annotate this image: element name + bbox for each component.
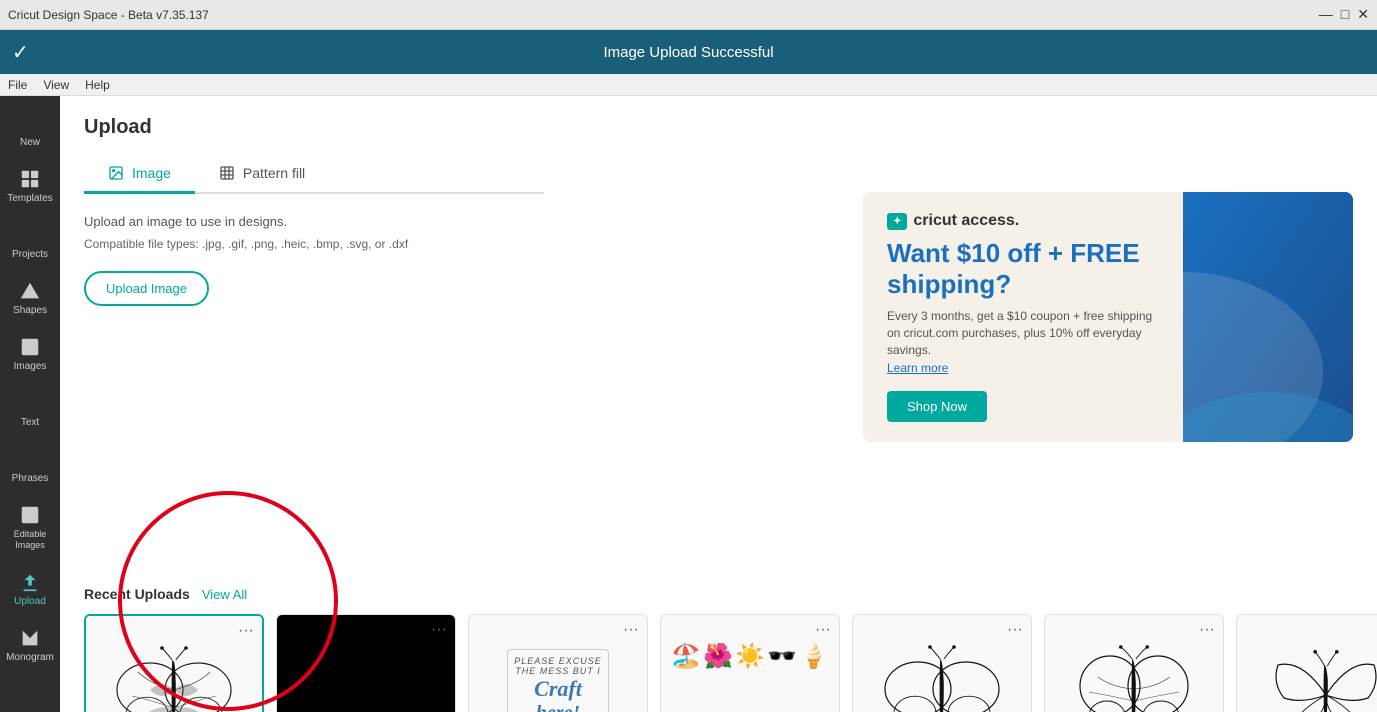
sidebar-item-upload[interactable]: Upload [4, 563, 56, 615]
sidebar-item-text[interactable]: Text [4, 384, 56, 436]
sidebar-item-monogram[interactable]: Monogram [4, 619, 56, 671]
sidebar-item-projects[interactable]: Projects [4, 216, 56, 268]
maximize-btn[interactable]: □ [1341, 6, 1349, 23]
card-menu-2[interactable]: ··· [431, 621, 447, 639]
learn-more-link[interactable]: Learn more [887, 361, 948, 375]
sidebar: New Templates Projects Shapes Images Tex… [0, 96, 60, 712]
upload-card-2[interactable]: ··· Uploaded [276, 614, 456, 712]
minimize-btn[interactable]: — [1319, 6, 1333, 23]
tab-image[interactable]: Image [84, 155, 195, 194]
card-menu-6[interactable]: ··· [1199, 621, 1215, 639]
ad-right-panel [1183, 192, 1353, 442]
cricut-access-logo: ✦ cricut access. [887, 212, 1159, 230]
title-bar: Cricut Design Space - Beta v7.35.137 — □… [0, 0, 1377, 30]
sidebar-label-phrases: Phrases [12, 473, 49, 484]
cricut-access-text: cricut access. [913, 212, 1019, 230]
upload-card-4[interactable]: ··· 🏖️ 🌺 ☀️ 🕶️ 🍦 🌴 ⛵ 🎈 Uploaded [660, 614, 840, 712]
main-layout: New Templates Projects Shapes Images Tex… [0, 96, 1377, 712]
card-image-3: PLEASE EXCUSE THE MESS BUT I Craft here!… [469, 615, 647, 712]
sidebar-item-images[interactable]: Images [4, 328, 56, 380]
sidebar-label-templates: Templates [7, 193, 53, 204]
upload-grid: ··· [84, 614, 1353, 712]
card-image-5 [853, 615, 1031, 712]
view-all-link[interactable]: View All [202, 587, 247, 602]
menu-help[interactable]: Help [85, 78, 110, 92]
upload-card-6[interactable]: ··· [1044, 614, 1224, 712]
menu-bar: File View Help [0, 74, 1377, 96]
card-menu-5[interactable]: ··· [1007, 621, 1023, 639]
close-btn[interactable]: ✕ [1357, 6, 1369, 23]
tab-pattern[interactable]: Pattern fill [195, 155, 329, 194]
tab-pattern-label: Pattern fill [243, 165, 305, 181]
sidebar-item-phrases[interactable]: Phrases [4, 440, 56, 492]
recent-uploads-title: Recent Uploads [84, 586, 190, 602]
card-image-1 [86, 616, 262, 712]
page-title: Upload [84, 116, 1353, 139]
shop-now-button[interactable]: Shop Now [887, 391, 987, 422]
card-menu-1[interactable]: ··· [238, 622, 254, 640]
card-image-2 [277, 615, 455, 712]
ad-body: Every 3 months, get a $10 coupon + free … [887, 308, 1159, 358]
tab-image-label: Image [132, 165, 171, 181]
upload-image-button[interactable]: Upload Image [84, 271, 209, 306]
tabs: Image Pattern fill [84, 155, 544, 194]
sidebar-item-templates[interactable]: Templates [4, 160, 56, 212]
card-menu-3[interactable]: ··· [623, 621, 639, 639]
sidebar-label-images: Images [14, 361, 47, 372]
sidebar-label-shapes: Shapes [13, 305, 47, 316]
menu-view[interactable]: View [43, 78, 69, 92]
sidebar-item-editable[interactable]: Editable Images [4, 496, 56, 559]
sidebar-label-editable: Editable Images [8, 529, 52, 551]
window-controls[interactable]: — □ ✕ [1319, 6, 1369, 23]
sidebar-item-new[interactable]: New [4, 104, 56, 156]
sidebar-label-monogram: Monogram [6, 652, 54, 663]
sidebar-label-upload: Upload [14, 596, 46, 607]
upload-card-3[interactable]: ··· PLEASE EXCUSE THE MESS BUT I Craft h… [468, 614, 648, 712]
upload-card-7[interactable]: ··· Uploaded [1236, 614, 1377, 712]
sidebar-item-shapes[interactable]: Shapes [4, 272, 56, 324]
ad-left-panel: ✦ cricut access. Want $10 off + FREE shi… [863, 192, 1183, 442]
upload-card-5[interactable]: ··· Uploaded [852, 614, 1032, 712]
cricut-badge: ✦ [887, 213, 907, 230]
recent-uploads-header: Recent Uploads View All [84, 586, 1353, 602]
success-message: Image Upload Successful [603, 44, 773, 61]
upload-card-1[interactable]: ··· [84, 614, 264, 712]
title-bar-text: Cricut Design Space - Beta v7.35.137 [8, 8, 209, 22]
sidebar-label-new: New [20, 137, 40, 148]
card-image-4: 🏖️ 🌺 ☀️ 🕶️ 🍦 🌴 ⛵ 🎈 [661, 615, 839, 712]
card-menu-4[interactable]: ··· [815, 621, 831, 639]
ad-banner: ✦ cricut access. Want $10 off + FREE shi… [863, 192, 1353, 442]
success-bar: ✓ Image Upload Successful [0, 30, 1377, 74]
card-image-7 [1237, 615, 1377, 712]
success-check-icon: ✓ [12, 40, 29, 65]
menu-file[interactable]: File [8, 78, 27, 92]
sidebar-label-projects: Projects [12, 249, 48, 260]
card-image-6 [1045, 615, 1223, 712]
ad-headline: Want $10 off + FREE shipping? [887, 238, 1159, 300]
content-area: Upload Image Pattern fill Upload an imag… [60, 96, 1377, 712]
sidebar-label-text: Text [21, 417, 39, 428]
